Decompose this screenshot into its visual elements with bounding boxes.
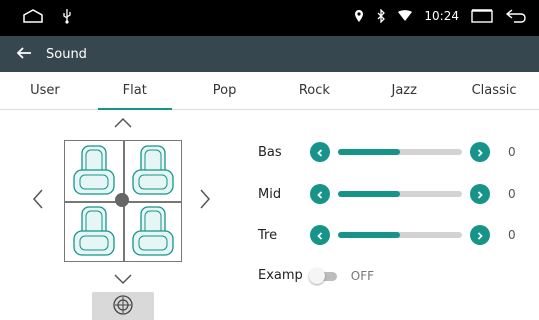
seat-rear-left[interactable] (69, 205, 119, 259)
treble-slider[interactable] (338, 232, 462, 238)
eq-label: Mid (258, 186, 282, 202)
target-reset-icon (112, 294, 134, 320)
bluetooth-icon (376, 9, 386, 23)
slider-fill (338, 191, 400, 197)
tab-jazz[interactable]: Jazz (359, 72, 449, 109)
back-button[interactable] (6, 45, 42, 64)
return-icon[interactable] (505, 8, 527, 24)
tab-label: User (30, 83, 60, 98)
tab-label: Rock (298, 83, 330, 98)
chevron-left-icon (315, 226, 325, 245)
bass-decrease-button[interactable] (310, 142, 330, 162)
wifi-icon (398, 10, 413, 22)
tab-label: Classic (471, 83, 517, 98)
mid-value: 0 (508, 187, 516, 201)
car-seat-icon (69, 206, 119, 263)
tab-label: Pop (212, 83, 237, 98)
balance-point-handle[interactable] (115, 193, 129, 207)
arrow-left-icon (16, 45, 32, 64)
tab-rock[interactable]: Rock (269, 72, 359, 109)
tab-pop[interactable]: Pop (180, 72, 270, 109)
eq-row-mid: Mid 0 (258, 182, 528, 206)
examp-state: OFF (350, 268, 375, 283)
chevron-left-icon (315, 143, 325, 162)
examp-row: Examp OFF (258, 267, 375, 284)
toggle-knob (308, 267, 325, 284)
balance-right-button[interactable] (199, 188, 211, 214)
fader-up-button[interactable] (113, 114, 133, 133)
clock-time: 10:24 (424, 9, 459, 23)
fader-down-button[interactable] (113, 270, 133, 289)
slider-fill (338, 232, 400, 238)
home-outline-icon[interactable] (22, 8, 44, 24)
treble-increase-button[interactable] (470, 225, 490, 245)
title-bar: Sound (0, 36, 539, 72)
mid-decrease-button[interactable] (310, 184, 330, 204)
treble-value: 0 (508, 228, 516, 242)
chevron-left-icon (315, 185, 325, 204)
balance-left-button[interactable] (32, 188, 44, 214)
car-seat-icon (128, 145, 178, 202)
bass-increase-button[interactable] (470, 142, 490, 162)
chevron-right-icon (199, 188, 211, 214)
eq-row-treble: Tre 0 (258, 223, 528, 247)
usb-icon (62, 8, 72, 24)
treble-decrease-button[interactable] (310, 225, 330, 245)
chevron-right-icon (475, 143, 485, 162)
bass-value: 0 (508, 145, 516, 159)
bass-slider[interactable] (338, 149, 462, 155)
chevron-right-icon (475, 185, 485, 204)
car-seat-icon (128, 206, 178, 263)
seat-front-right[interactable] (128, 144, 178, 198)
eq-row-bass: Bas 0 (258, 140, 528, 164)
page-title: Sound (46, 46, 87, 62)
chevron-down-icon (113, 270, 133, 289)
recent-apps-icon[interactable] (471, 9, 493, 23)
chevron-right-icon (475, 226, 485, 245)
seat-rear-right[interactable] (128, 205, 178, 259)
tab-classic[interactable]: Classic (449, 72, 539, 109)
slider-fill (338, 149, 400, 155)
tab-user[interactable]: User (0, 72, 90, 109)
chevron-left-icon (32, 188, 44, 214)
mid-increase-button[interactable] (470, 184, 490, 204)
tab-flat[interactable]: Flat (90, 72, 180, 110)
preset-tabs: User Flat Pop Rock Jazz Classic (0, 72, 539, 110)
status-bar: 10:24 (0, 0, 539, 36)
tab-label: Jazz (391, 83, 417, 98)
chevron-up-icon (113, 114, 133, 133)
reset-balance-button[interactable] (92, 292, 154, 320)
examp-toggle[interactable] (308, 267, 339, 284)
mid-slider[interactable] (338, 191, 462, 197)
examp-label: Examp (258, 268, 303, 283)
balance-fader-panel (0, 110, 250, 320)
eq-label: Tre (258, 227, 278, 243)
car-seat-icon (69, 145, 119, 202)
eq-label: Bas (258, 144, 282, 160)
tab-label: Flat (122, 83, 147, 98)
seat-front-left[interactable] (69, 144, 119, 198)
location-icon (354, 9, 364, 23)
